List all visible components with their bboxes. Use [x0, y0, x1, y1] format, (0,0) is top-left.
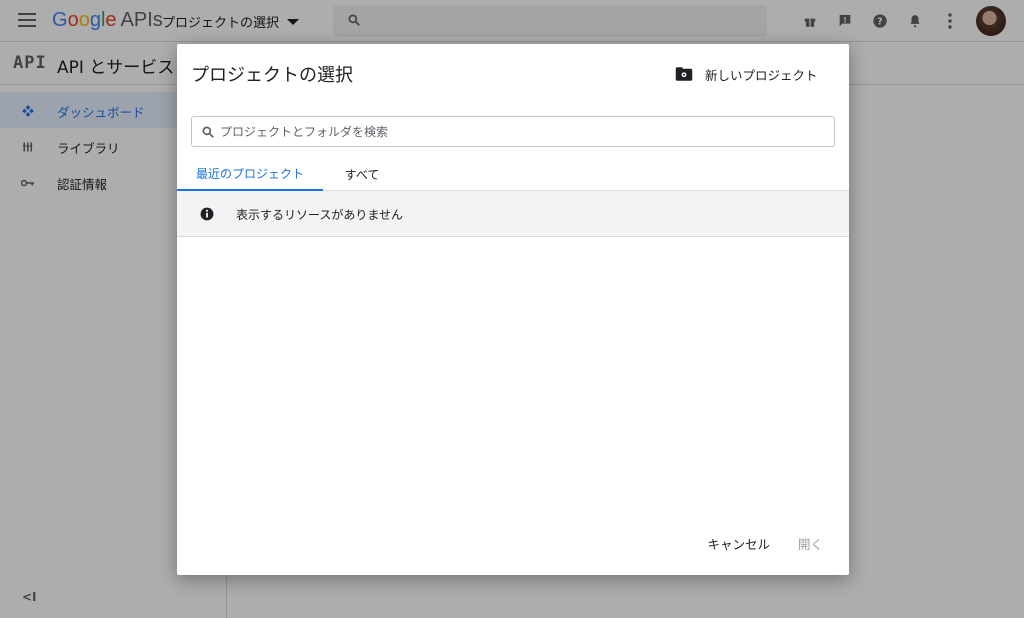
dialog-title: プロジェクトの選択: [191, 65, 353, 86]
tab-all[interactable]: すべて: [323, 158, 401, 191]
select-project-dialog: プロジェクトの選択 新しいプロジェクト 最近のプロジェクト すべて 表示するリソ…: [177, 44, 849, 575]
search-icon: [202, 126, 214, 138]
tab-bar: 最近のプロジェクト すべて: [177, 158, 849, 191]
empty-state-row: 表示するリソースがありません: [177, 191, 849, 237]
open-button[interactable]: 開く: [798, 534, 823, 553]
project-search-input[interactable]: [220, 117, 820, 146]
dialog-actions: キャンセル 開く: [707, 534, 823, 553]
new-project-button[interactable]: 新しいプロジェクト: [675, 62, 818, 86]
cancel-button[interactable]: キャンセル: [707, 534, 770, 553]
empty-state-message: 表示するリソースがありません: [236, 208, 404, 222]
project-search-box: [191, 116, 835, 147]
info-icon: [200, 207, 214, 221]
tab-recent-projects[interactable]: 最近のプロジェクト: [177, 158, 323, 191]
new-folder-icon: [675, 67, 693, 81]
new-project-label: 新しいプロジェクト: [705, 67, 818, 83]
